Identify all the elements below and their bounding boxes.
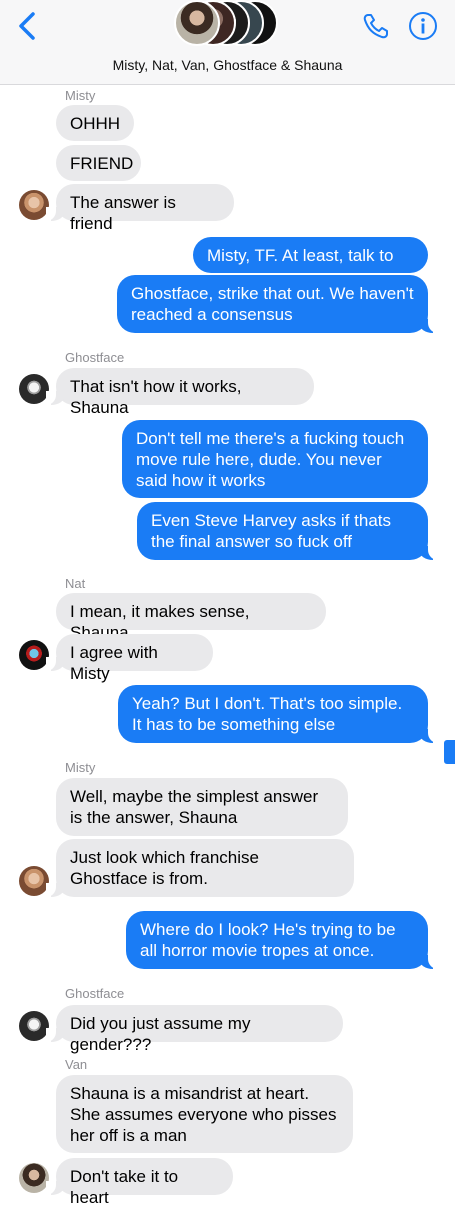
sender-name: Misty xyxy=(65,88,96,103)
sender-name: Nat xyxy=(65,576,86,591)
avatar xyxy=(19,866,49,896)
message-bubble[interactable]: Don't take it to heart xyxy=(46,1158,233,1207)
message-bubble[interactable]: Just look which franchise Ghostface is f… xyxy=(46,839,354,897)
sender-name: Ghostface xyxy=(65,350,125,365)
conversation-header: Misty, Nat, Van, Ghostface & Shauna xyxy=(0,0,455,85)
avatar xyxy=(19,374,49,404)
phone-icon[interactable] xyxy=(362,12,390,40)
message-bubble[interactable]: Ghostface, strike that out. We haven't r… xyxy=(117,275,438,333)
sender-name: Van xyxy=(65,1057,88,1072)
message-bubble[interactable]: Shauna is a misandrist at heart. She ass… xyxy=(56,1075,353,1153)
group-avatar-stack[interactable] xyxy=(174,0,284,50)
avatar xyxy=(19,1011,49,1041)
message-bubble[interactable]: The answer is friend xyxy=(46,184,234,233)
message-bubble[interactable]: Did you just assume my gender??? xyxy=(46,1005,343,1054)
avatar xyxy=(19,1163,49,1193)
info-icon[interactable] xyxy=(408,11,438,41)
avatar xyxy=(19,190,49,220)
message-bubble[interactable]: Even Steve Harvey asks if thats the fina… xyxy=(137,502,438,560)
message-bubble[interactable]: Well, maybe the simplest answer is the a… xyxy=(56,778,348,836)
message-bubble[interactable]: Misty, TF. At least, talk to us xyxy=(193,237,428,286)
scroll-indicator[interactable] xyxy=(444,740,455,764)
message-bubble[interactable]: I agree with Misty xyxy=(46,634,213,683)
avatar xyxy=(174,0,220,46)
sender-name: Ghostface xyxy=(65,986,125,1001)
message-bubble[interactable]: Yeah? But I don't. That's too simple. It… xyxy=(118,685,438,743)
avatar xyxy=(19,640,49,670)
message-bubble[interactable]: I mean, it makes sense, Shauna. xyxy=(56,593,326,642)
message-bubble[interactable]: Don't tell me there's a fucking touch mo… xyxy=(122,420,428,498)
chevron-left-icon[interactable] xyxy=(14,10,40,42)
message-bubble[interactable]: Where do I look? He's trying to be all h… xyxy=(126,911,438,969)
message-bubble[interactable]: FRIEND xyxy=(56,145,141,181)
message-bubble[interactable]: OHHH xyxy=(56,105,134,141)
message-bubble[interactable]: That isn't how it works, Shauna xyxy=(46,368,314,417)
sender-name: Misty xyxy=(65,760,96,775)
group-title[interactable]: Misty, Nat, Van, Ghostface & Shauna xyxy=(0,57,455,73)
